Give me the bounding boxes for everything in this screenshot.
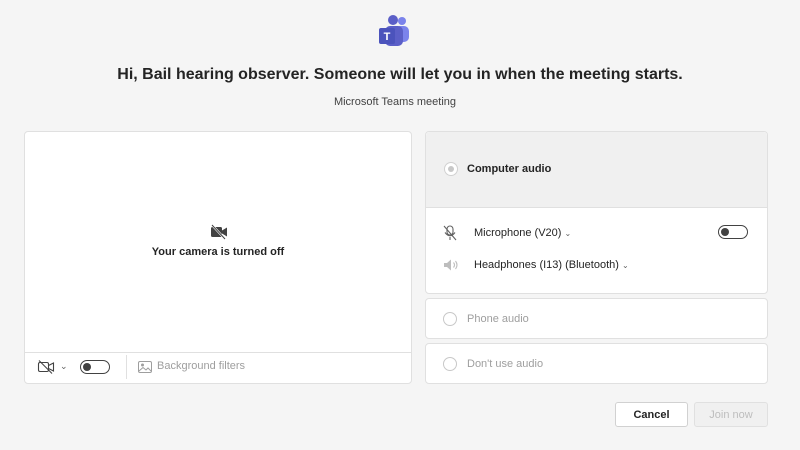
microphone-select[interactable]: Microphone (V20) ⌄ xyxy=(474,227,571,239)
speaker-chevron-icon: ⌄ xyxy=(621,261,629,270)
teams-logo-icon: T xyxy=(379,15,409,46)
computer-audio-panel: Computer audio Microphone (V20) ⌄ Headpho… xyxy=(425,131,768,294)
background-filters-icon[interactable] xyxy=(138,361,152,373)
greeting-title: Hi, Bail hearing observer. Someone will … xyxy=(117,66,683,83)
speaker-select[interactable]: Headphones (I13) (Bluetooth) ⌄ xyxy=(474,259,629,271)
camera-off-icon[interactable] xyxy=(37,359,55,375)
microphone-label: Microphone (V20) xyxy=(474,227,562,239)
microphone-off-icon xyxy=(443,225,457,241)
microphone-toggle-knob xyxy=(721,228,729,236)
video-off-icon xyxy=(211,224,227,240)
camera-toggle-knob xyxy=(83,363,91,371)
phone-audio-option[interactable]: Phone audio xyxy=(425,298,768,339)
speaker-label: Headphones (I13) (Bluetooth) xyxy=(474,259,619,271)
computer-audio-option[interactable]: Computer audio xyxy=(426,132,767,208)
meeting-type-subtitle: Microsoft Teams meeting xyxy=(333,96,457,108)
join-now-button[interactable]: Join now xyxy=(694,402,768,427)
logo-letter: T xyxy=(384,31,391,43)
no-audio-label: Don't use audio xyxy=(467,358,544,370)
computer-audio-label: Computer audio xyxy=(467,163,552,175)
computer-audio-radio[interactable] xyxy=(444,162,458,176)
no-audio-radio[interactable] xyxy=(443,357,457,371)
video-toolbar: ⌄ Background filters xyxy=(25,351,411,383)
microphone-toggle[interactable] xyxy=(718,225,748,239)
cancel-button[interactable]: Cancel xyxy=(615,402,688,427)
no-audio-option[interactable]: Don't use audio xyxy=(425,343,768,384)
microphone-chevron-icon: ⌄ xyxy=(564,229,572,238)
video-preview-area: Your camera is turned off xyxy=(25,132,411,353)
camera-off-message: Your camera is turned off xyxy=(151,246,285,258)
phone-audio-radio[interactable] xyxy=(443,312,457,326)
toolbar-divider xyxy=(126,355,127,379)
camera-toggle[interactable] xyxy=(80,360,110,374)
video-preview-panel: Your camera is turned off ⌄ Background f… xyxy=(24,131,412,384)
speaker-icon xyxy=(444,259,458,271)
camera-options-chevron-icon[interactable]: ⌄ xyxy=(60,361,68,372)
background-filters-button[interactable]: Background filters xyxy=(157,360,245,372)
phone-audio-label: Phone audio xyxy=(467,313,529,325)
